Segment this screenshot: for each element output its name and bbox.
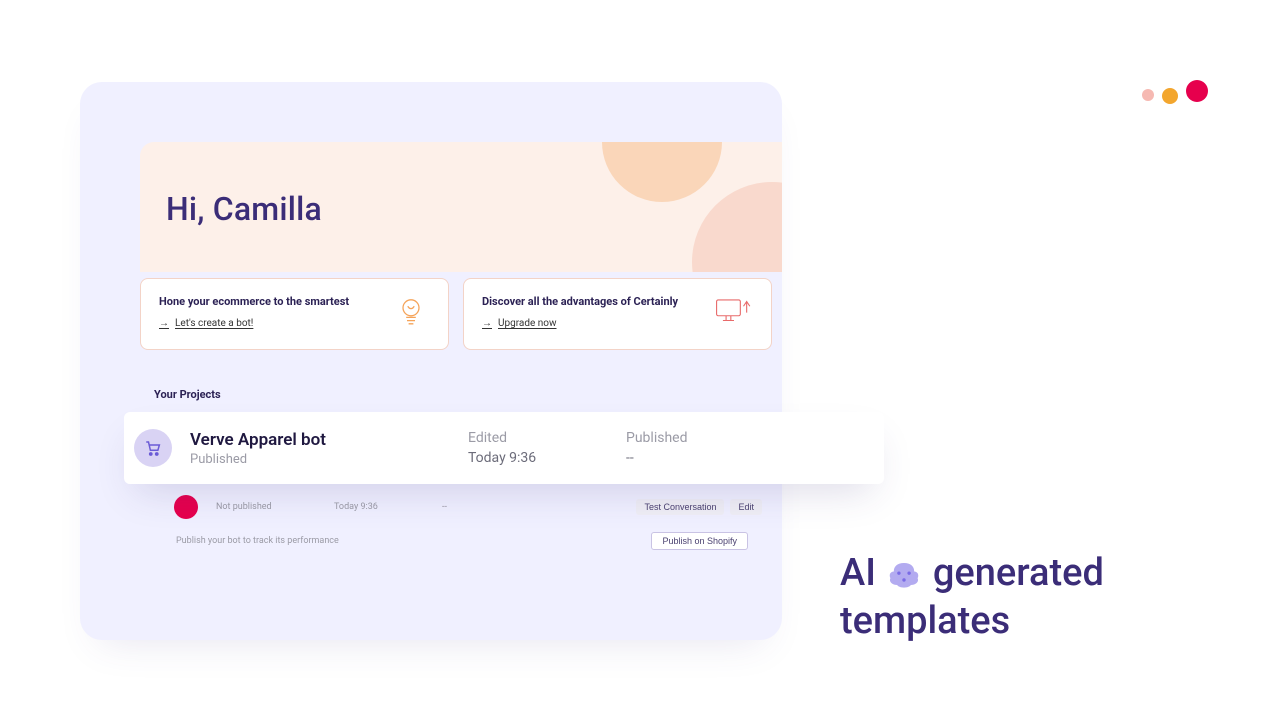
hero-blob-icon: [692, 182, 782, 272]
dot-yellow-icon: [1162, 88, 1178, 104]
project-status: Published: [190, 452, 450, 467]
decorative-dots: [1142, 78, 1208, 104]
project-avatar-icon: [174, 495, 198, 519]
marketing-headline: AI generated templates: [840, 550, 1220, 645]
headline-post: templates: [840, 599, 1010, 643]
project-card-verve[interactable]: Verve Apparel bot Published Edited Today…: [124, 412, 884, 484]
promo-card-create-bot[interactable]: Hone your ecommerce to the smartest → Le…: [140, 278, 449, 350]
hero-blob-icon: [602, 142, 722, 202]
dot-pink-icon: [1142, 89, 1154, 101]
edited-value: Today 9:36: [468, 450, 608, 466]
monitor-upgrade-icon: [715, 295, 753, 327]
create-bot-link[interactable]: → Let's create a bot!: [159, 318, 349, 329]
headline-mid: generated: [933, 551, 1104, 595]
project-published: --: [442, 502, 482, 512]
project-status: Not published: [216, 502, 316, 512]
greeting-title: Hi, Camilla: [166, 190, 322, 228]
publish-hint: Publish your bot to track its performanc…: [176, 536, 339, 546]
projects-heading: Your Projects: [154, 388, 221, 401]
upgrade-link[interactable]: → Upgrade now: [482, 318, 678, 329]
project-edited: Today 9:36: [334, 502, 424, 512]
edit-button[interactable]: Edit: [730, 499, 762, 515]
cart-icon: [134, 429, 172, 467]
project-name: Verve Apparel bot: [190, 430, 450, 450]
promo-title: Discover all the advantages of Certainly: [482, 295, 678, 308]
brain-icon: [887, 554, 921, 584]
promo-link-label: Upgrade now: [498, 318, 557, 329]
edited-label: Edited: [468, 430, 608, 446]
arrow-right-icon: →: [159, 318, 169, 329]
dot-red-icon: [1186, 80, 1208, 102]
published-label: Published: [626, 430, 746, 446]
promo-row: Hone your ecommerce to the smartest → Le…: [140, 278, 782, 350]
arrow-right-icon: →: [482, 318, 492, 329]
project-row-unpublished[interactable]: Not published Today 9:36 -- Test Convers…: [176, 494, 762, 520]
lightbulb-icon: [392, 295, 430, 327]
publish-hint-row: Publish your bot to track its performanc…: [176, 532, 748, 550]
promo-title: Hone your ecommerce to the smartest: [159, 295, 349, 308]
publish-shopify-button[interactable]: Publish on Shopify: [651, 532, 748, 550]
promo-link-label: Let's create a bot!: [175, 318, 253, 329]
hero-banner: Hi, Camilla: [140, 142, 782, 272]
promo-card-upgrade[interactable]: Discover all the advantages of Certainly…: [463, 278, 772, 350]
dashboard-panel: Hi, Camilla Hone your ecommerce to the s…: [80, 82, 782, 640]
test-conversation-button[interactable]: Test Conversation: [636, 499, 724, 515]
published-value: --: [626, 450, 746, 466]
headline-pre: AI: [840, 551, 876, 595]
